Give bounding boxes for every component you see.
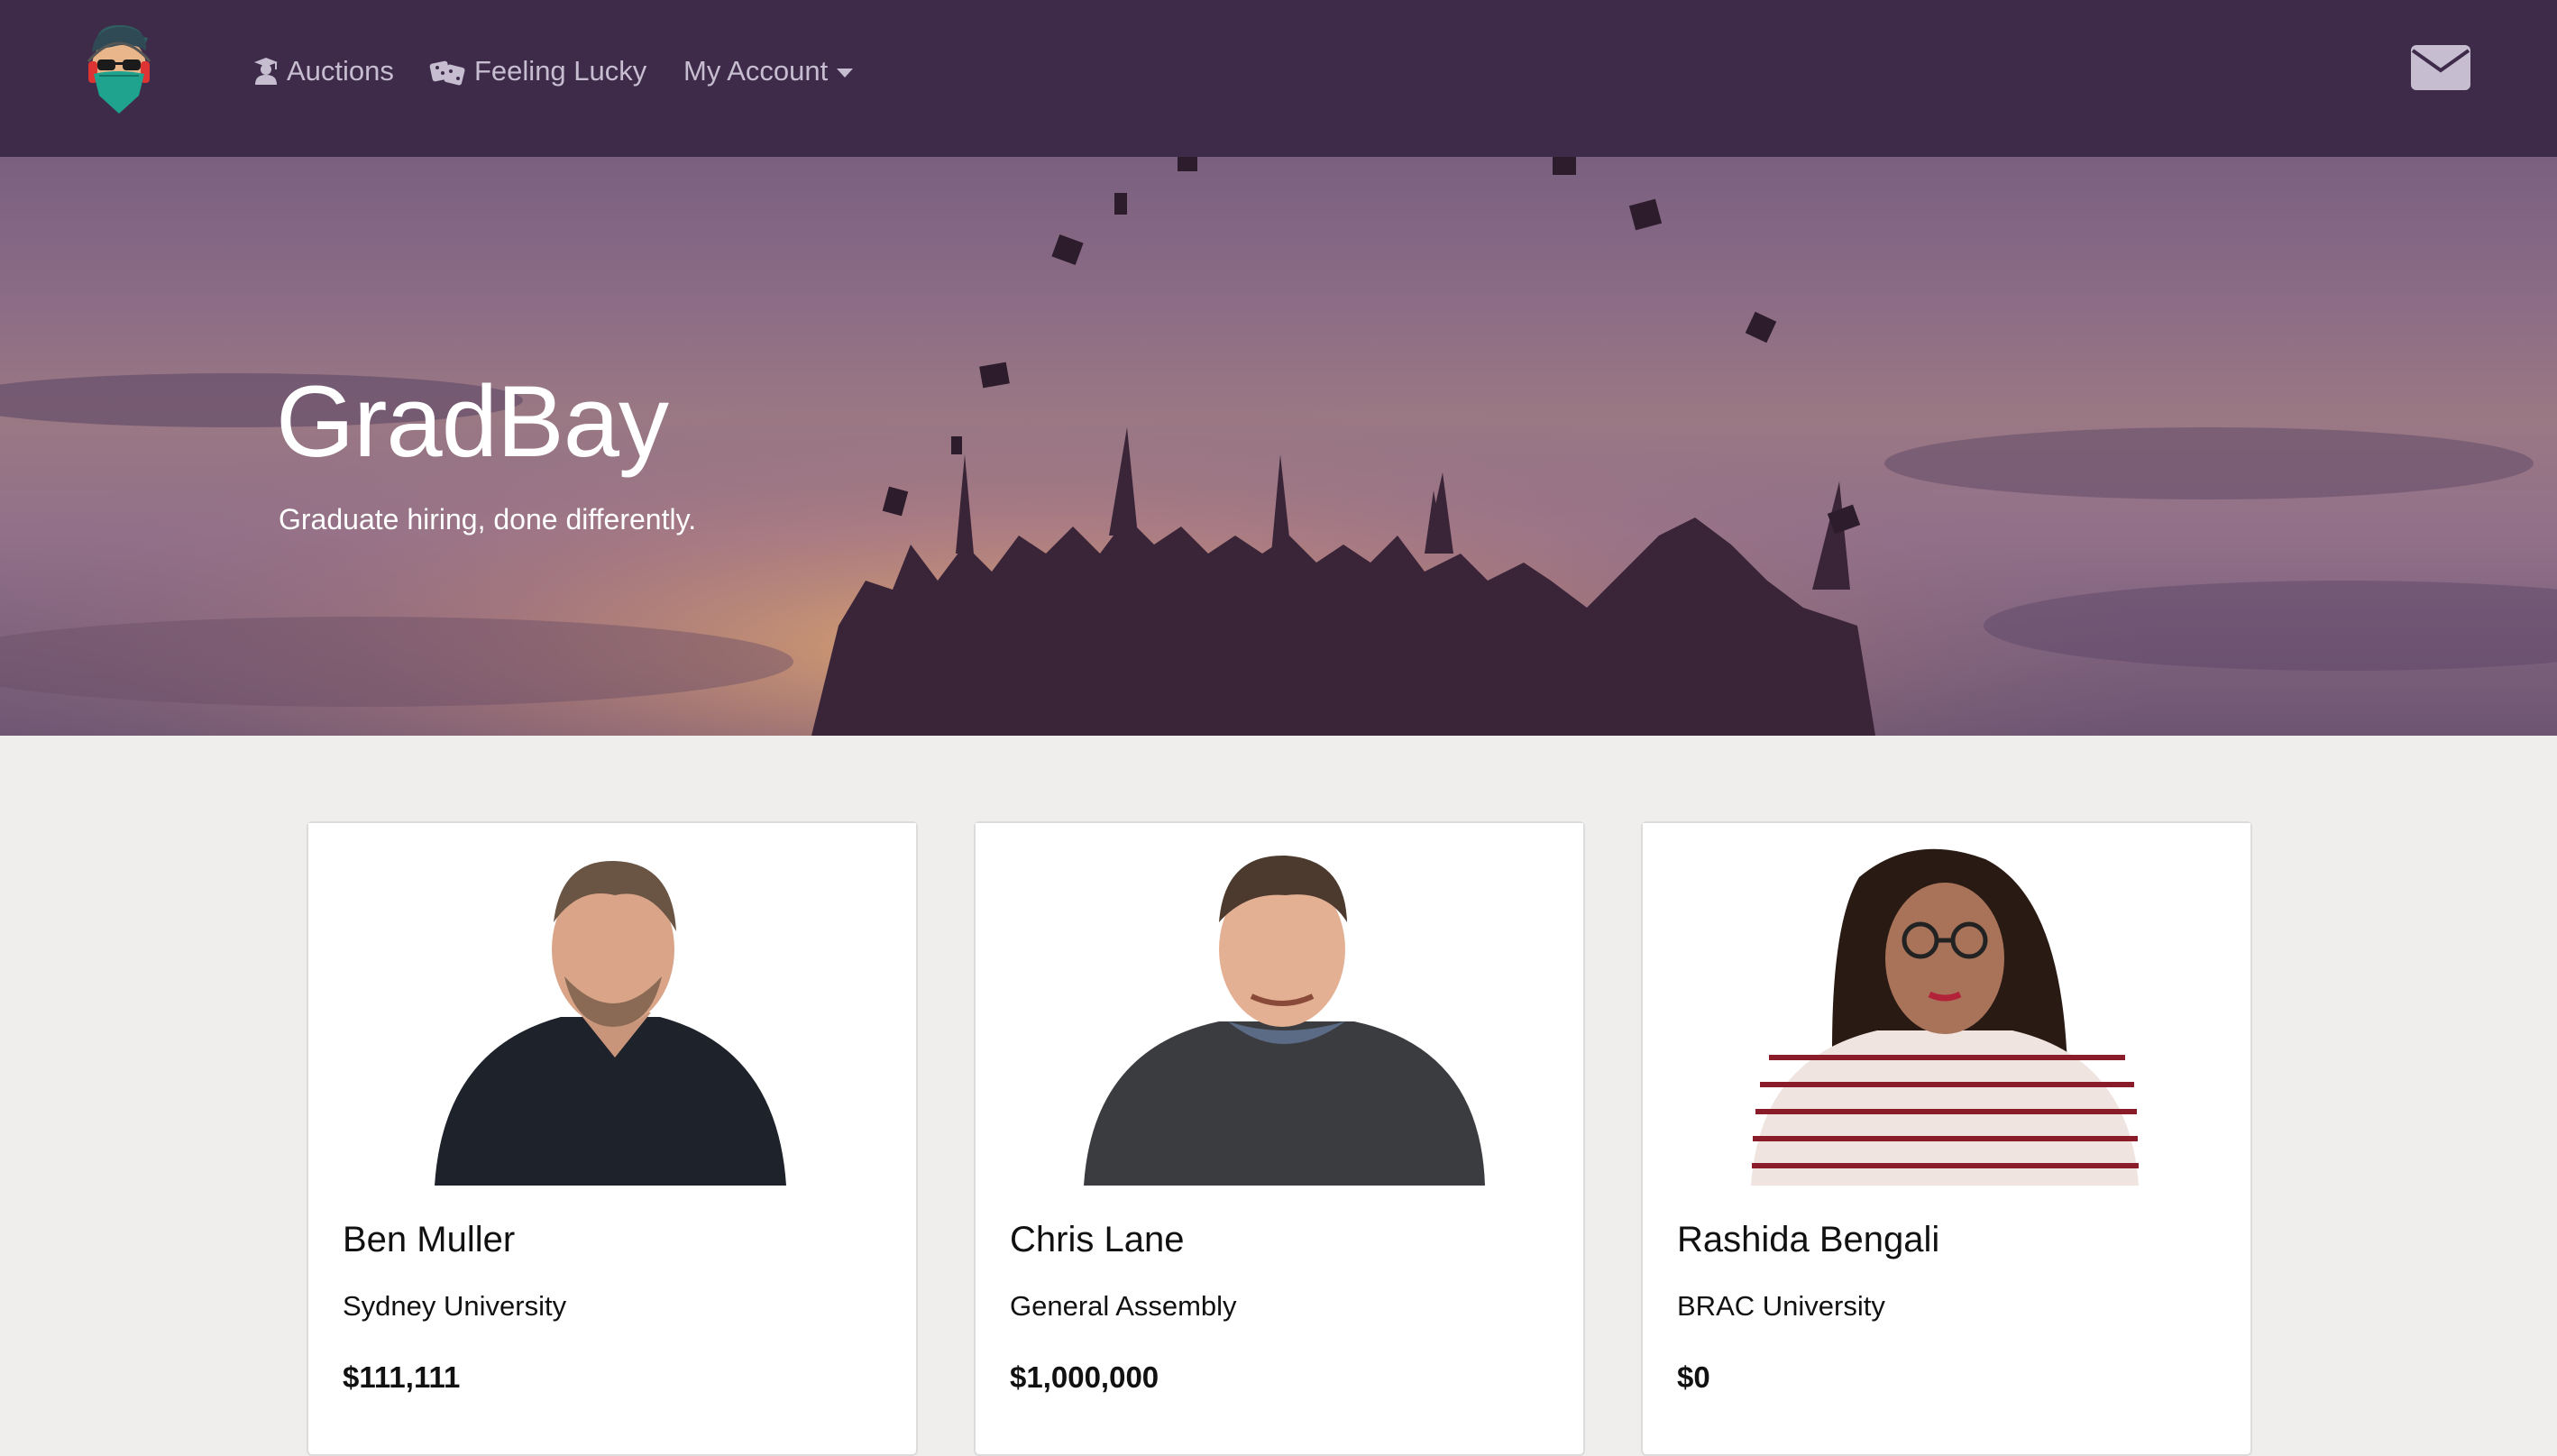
brand-logo[interactable] [76, 20, 162, 117]
nav-feeling-lucky[interactable]: Feeling Lucky [429, 47, 646, 96]
candidate-name: Ben Muller [343, 1220, 516, 1259]
candidate-photo [308, 823, 916, 1186]
envelope-icon[interactable] [2411, 45, 2470, 90]
top-navbar: Auctions Feeling Lucky My Account [0, 0, 2557, 157]
candidate-school: BRAC University [1677, 1290, 1885, 1322]
nav-auctions-label: Auctions [287, 55, 394, 87]
graduate-icon [252, 57, 280, 86]
nav-my-account-dropdown[interactable]: My Account [683, 47, 854, 96]
hero-banner: GradBay Graduate hiring, done differentl… [0, 157, 2557, 736]
candidate-school: General Assembly [1010, 1290, 1237, 1322]
candidate-card[interactable]: Rashida Bengali BRAC University $0 [1641, 821, 2252, 1456]
candidate-card[interactable]: Chris Lane General Assembly $1,000,000 [974, 821, 1585, 1456]
nav-my-account-label: My Account [683, 55, 829, 87]
candidate-school: Sydney University [343, 1290, 567, 1322]
dice-icon [429, 57, 467, 86]
candidate-price: $0 [1677, 1360, 1710, 1394]
chevron-down-icon [837, 69, 854, 78]
hero-title: GradBay [276, 365, 669, 478]
hero-subtitle: Graduate hiring, done differently. [279, 503, 697, 536]
candidate-name: Rashida Bengali [1677, 1220, 1940, 1259]
candidate-photo [976, 823, 1583, 1186]
candidate-photo [1643, 823, 2250, 1186]
candidate-name: Chris Lane [1010, 1220, 1185, 1259]
nav-feeling-lucky-label: Feeling Lucky [474, 55, 647, 87]
candidate-card[interactable]: Ben Muller Sydney University $111,111 [307, 821, 918, 1456]
nav-auctions[interactable]: Auctions [252, 47, 394, 96]
candidate-price: $111,111 [343, 1360, 461, 1394]
candidate-price: $1,000,000 [1010, 1360, 1159, 1394]
